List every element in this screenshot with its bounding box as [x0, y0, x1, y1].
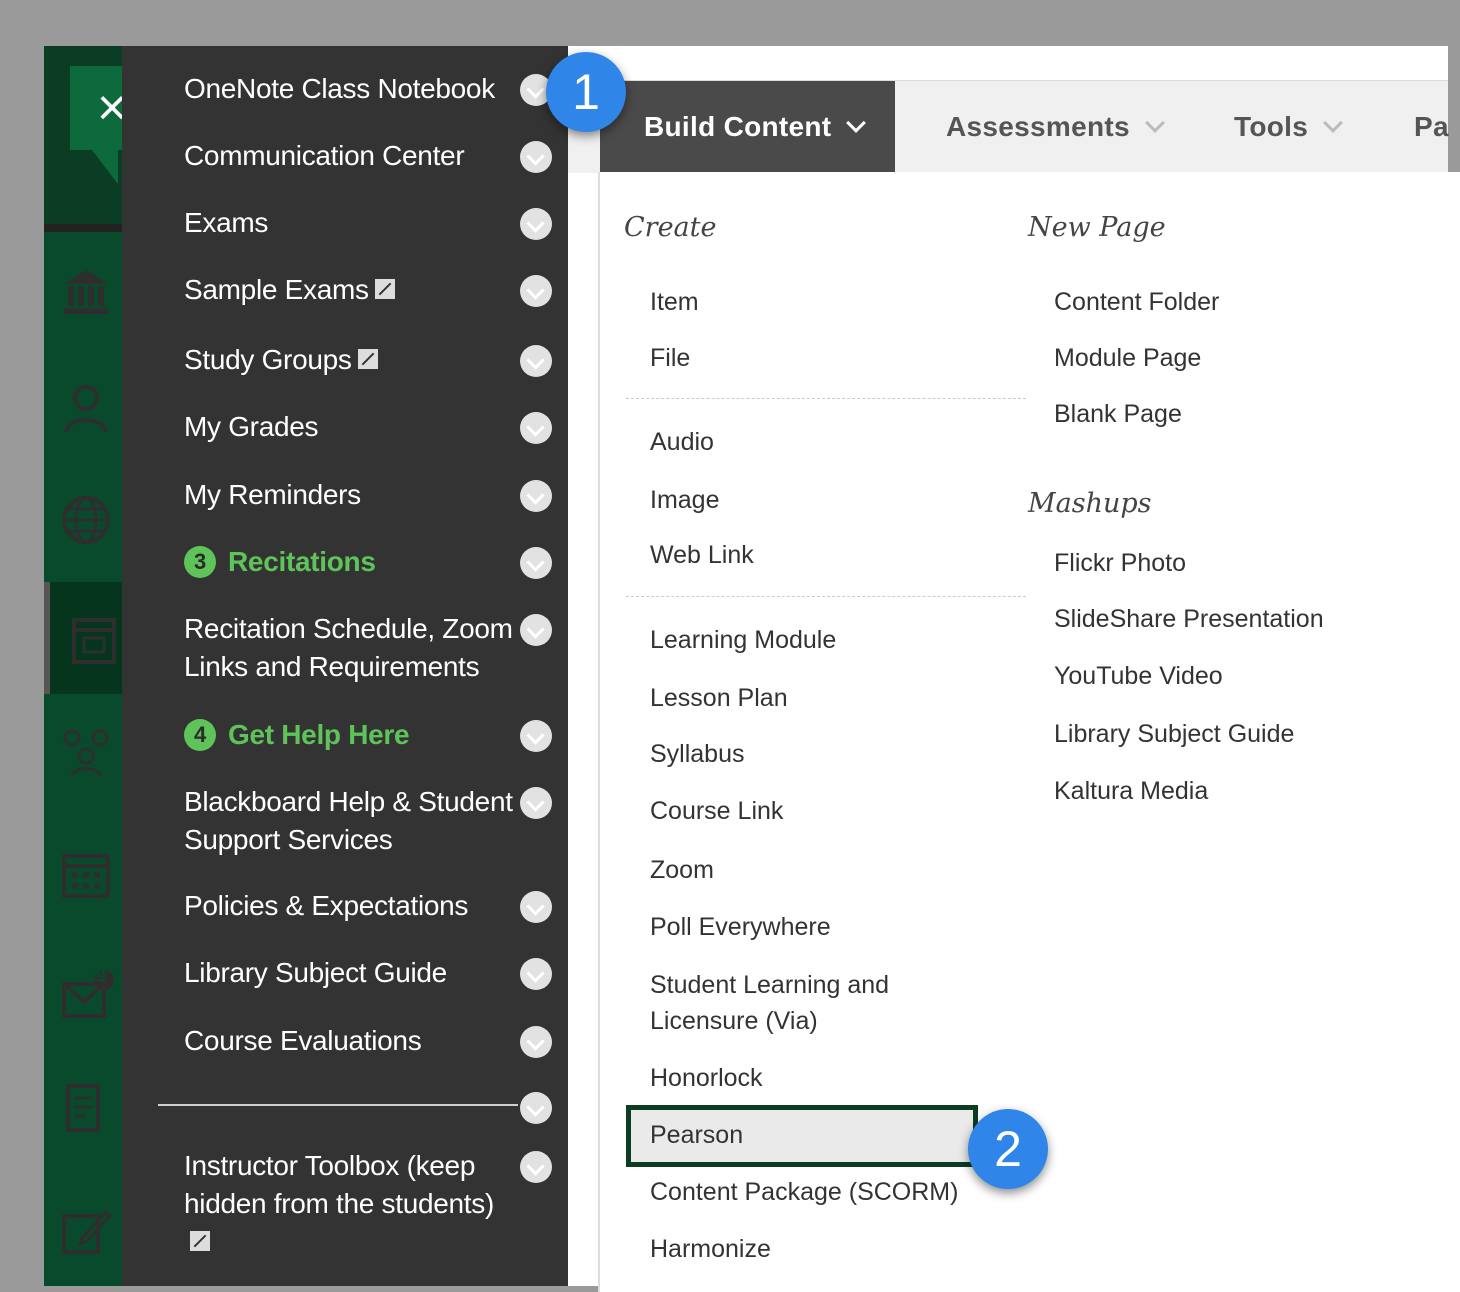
mashup-item-slideshare[interactable]: SlideShare Presentation [1054, 601, 1324, 637]
menu-item-get-help[interactable]: 4 Get Help Here [184, 716, 552, 754]
menu-item-options-icon[interactable] [520, 208, 552, 240]
tab-build-content[interactable]: Build Content [600, 81, 896, 173]
mashup-item-kaltura[interactable]: Kaltura Media [1054, 773, 1208, 809]
mashup-item-youtube[interactable]: YouTube Video [1054, 658, 1223, 694]
menu-item-policies[interactable]: Policies & Expectations [184, 887, 552, 925]
create-item-zoom[interactable]: Zoom [650, 852, 714, 888]
menu-item-options-icon[interactable] [520, 958, 552, 990]
menu-item-options-icon[interactable] [520, 1026, 552, 1058]
section-number-badge: 3 [184, 546, 216, 578]
menu-item-my-grades[interactable]: My Grades [184, 408, 552, 446]
create-item-student-learning[interactable]: Student Learning and Licensure (Via) [650, 967, 950, 1039]
step-callout-2: 2 [968, 1109, 1048, 1189]
menu-item-options-icon[interactable] [520, 787, 552, 819]
create-item-file[interactable]: File [650, 340, 690, 376]
menu-item-communication[interactable]: Communication Center [184, 137, 552, 175]
tab-partial[interactable]: Pa [1414, 81, 1449, 173]
menu-item-options-icon[interactable] [520, 891, 552, 923]
newpage-item-content-folder[interactable]: Content Folder [1054, 284, 1219, 320]
create-item-harmonize[interactable]: Harmonize [650, 1231, 771, 1267]
create-separator [626, 398, 1026, 399]
menu-item-options-icon[interactable] [520, 345, 552, 377]
section-new-page-title: New Page [1028, 212, 1166, 243]
courses-icon[interactable] [66, 612, 122, 668]
section-number-badge: 4 [184, 719, 216, 751]
menu-item-sample-exams[interactable]: Sample Exams [184, 271, 552, 309]
menu-item-onenote[interactable]: OneNote Class Notebook [184, 70, 552, 108]
tab-assessments[interactable]: Assessments [946, 81, 1165, 173]
menu-item-library-guide[interactable]: Library Subject Guide [184, 954, 552, 992]
create-item-item[interactable]: Item [650, 284, 699, 320]
divider-options[interactable] [184, 1088, 552, 1126]
menu-item-options-icon[interactable] [520, 480, 552, 512]
course-menu: OneNote Class Notebook Communication Cen… [122, 46, 568, 1286]
globe-icon[interactable] [58, 492, 114, 548]
create-item-web-link[interactable]: Web Link [650, 537, 754, 573]
main-content: Build Content Assessments Tools Pa Creat… [568, 46, 1460, 1292]
chevron-down-icon [1323, 113, 1343, 133]
create-item-poll-everywhere[interactable]: Poll Everywhere [650, 909, 831, 945]
user-icon[interactable] [58, 380, 114, 436]
menu-item-options-icon[interactable] [520, 412, 552, 444]
mashup-item-flickr[interactable]: Flickr Photo [1054, 545, 1186, 581]
menu-item-blackboard-help[interactable]: Blackboard Help & Student Support Servic… [184, 783, 552, 859]
create-item-pearson[interactable]: Pearson [650, 1117, 743, 1153]
menu-item-options-icon[interactable] [520, 614, 552, 646]
chevron-down-icon [846, 113, 867, 133]
create-item-lesson-plan[interactable]: Lesson Plan [650, 680, 788, 716]
mail-badge: 9 [96, 966, 107, 986]
menu-item-options-icon[interactable] [520, 720, 552, 752]
menu-item-study-groups[interactable]: Study Groups [184, 341, 552, 379]
menu-item-recitation-schedule[interactable]: Recitation Schedule, Zoom Links and Requ… [184, 610, 552, 686]
institution-icon[interactable] [58, 264, 114, 320]
create-item-content-package[interactable]: Content Package (SCORM) [650, 1174, 958, 1210]
grades-icon[interactable] [58, 1080, 114, 1136]
tab-tools[interactable]: Tools [1234, 81, 1343, 173]
menu-item-options-icon[interactable] [520, 1151, 552, 1183]
calendar-icon[interactable] [58, 846, 114, 902]
action-bar: Build Content Assessments Tools Pa [568, 80, 1449, 173]
edit-icon[interactable] [58, 1202, 114, 1258]
section-create-title: Create [624, 212, 717, 243]
newpage-item-module-page[interactable]: Module Page [1054, 340, 1201, 376]
step-callout-1: 1 [546, 52, 626, 132]
menu-item-course-evaluations[interactable]: Course Evaluations [184, 1022, 552, 1060]
menu-item-instructor-toolbox[interactable]: Instructor Toolbox (keep hidden from the… [184, 1147, 552, 1261]
create-separator [626, 596, 1026, 597]
menu-item-my-reminders[interactable]: My Reminders [184, 476, 552, 514]
menu-item-recitations[interactable]: 3 Recitations [184, 543, 552, 581]
newpage-item-blank-page[interactable]: Blank Page [1054, 396, 1182, 432]
create-item-image[interactable]: Image [650, 482, 719, 518]
menu-item-options-icon[interactable] [520, 547, 552, 579]
menu-item-exams[interactable]: Exams [184, 204, 552, 242]
menu-item-options-icon[interactable] [520, 275, 552, 307]
hidden-item-icon [357, 349, 378, 369]
hidden-item-icon [190, 1231, 210, 1251]
hidden-item-icon [374, 279, 395, 299]
messages-icon[interactable]: 9 [58, 966, 114, 1024]
create-item-syllabus[interactable]: Syllabus [650, 736, 745, 772]
create-item-course-link[interactable]: Course Link [650, 793, 783, 829]
create-item-honorlock[interactable]: Honorlock [650, 1060, 763, 1096]
groups-icon[interactable] [58, 724, 114, 780]
create-item-audio[interactable]: Audio [650, 424, 714, 460]
icon-rail: 9 [44, 46, 122, 1286]
menu-item-options-icon[interactable] [520, 141, 552, 173]
section-mashups-title: Mashups [1028, 488, 1152, 519]
chevron-down-icon [1144, 113, 1165, 133]
menu-item-options-icon[interactable] [520, 1092, 552, 1124]
create-item-learning-module[interactable]: Learning Module [650, 622, 836, 658]
mashup-item-library-guide[interactable]: Library Subject Guide [1054, 716, 1294, 752]
